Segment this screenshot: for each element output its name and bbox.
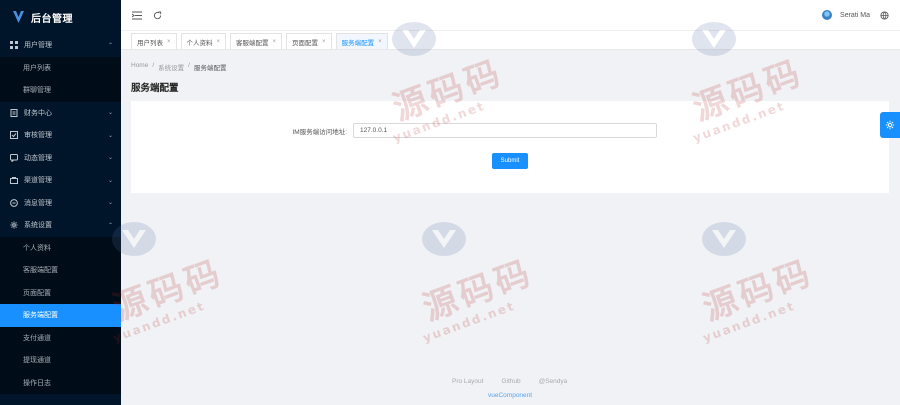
tab-4[interactable]: 服务端配置 × — [335, 33, 388, 49]
bag-icon — [10, 176, 18, 185]
close-icon[interactable]: × — [322, 39, 326, 45]
watermark-text: 源码码 — [697, 252, 819, 330]
chevron-icon: ⌄ — [107, 200, 113, 207]
server-address-input[interactable]: 127.0.0.1 — [353, 123, 657, 138]
close-icon[interactable]: × — [378, 39, 382, 45]
user-name[interactable]: Serati Ma — [840, 12, 870, 19]
watermark-logo-icon — [702, 222, 746, 256]
breadcrumb-sep: / — [188, 62, 190, 69]
chevron-icon: ⌃ — [107, 42, 113, 49]
sidebar-subitem-6-0[interactable]: 个人资料 — [0, 236, 121, 259]
breadcrumb-home[interactable]: Home — [131, 62, 148, 72]
menu-fold-icon[interactable] — [131, 9, 143, 21]
settings-icon — [885, 120, 895, 130]
tab-label: 页面配置 — [292, 39, 319, 47]
watermark: 源码码yuandd.net — [698, 220, 819, 345]
sidebar-subitem-6-3[interactable]: 服务端配置 — [0, 304, 121, 327]
sidebar-group-label: 用户管理 — [24, 42, 52, 50]
logo[interactable]: 后台管理 — [0, 0, 121, 34]
watermark: 源码码yuandd.net — [418, 220, 539, 345]
tab-label: 用户列表 — [137, 39, 163, 47]
message-circle-icon — [10, 198, 18, 207]
footer-link-sendya[interactable]: @Sendya — [539, 378, 568, 385]
sidebar-group-label: 审核管理 — [24, 132, 52, 140]
breadcrumb: Home / 系统设置 / 服务端配置 — [131, 62, 226, 72]
close-icon[interactable]: × — [167, 39, 171, 45]
grid-icon — [10, 41, 18, 50]
document-icon — [10, 108, 18, 117]
breadcrumb-sep: / — [152, 62, 155, 69]
breadcrumb-current: 服务端配置 — [193, 65, 227, 72]
sidebar-subitem-6-6[interactable]: 操作日志 — [0, 371, 121, 394]
close-icon[interactable]: × — [273, 39, 277, 45]
config-card: IM服务端访问地址: 127.0.0.1 Submit — [131, 101, 889, 193]
gear-icon — [10, 221, 18, 229]
tab-2[interactable]: 客服端配置 × — [230, 33, 283, 49]
tab-bar: 用户列表 × 个人资料 × 客服端配置 × 页面配置 × 服务端配置 × — [121, 30, 900, 50]
tab-label: 个人资料 — [186, 39, 213, 47]
server-address-label: IM服务端访问地址: — [292, 128, 347, 136]
sidebar-group-3[interactable]: 动态管理 ⌄ — [0, 147, 121, 170]
tab-label: 服务端配置 — [341, 39, 375, 47]
close-icon[interactable]: × — [217, 39, 221, 45]
app-title: 后台管理 — [31, 13, 73, 25]
avatar[interactable] — [822, 10, 833, 20]
sidebar-subitem-6-5[interactable]: 提现通道 — [0, 349, 121, 372]
watermark-url: yuandd.net — [421, 298, 518, 346]
sidebar-group-1[interactable]: 财务中心 ⌄ — [0, 102, 121, 125]
tab-3[interactable]: 页面配置 × — [286, 33, 332, 49]
form-row: IM服务端访问地址: 127.0.0.1 — [131, 123, 889, 138]
logo-icon — [13, 10, 24, 23]
tab-1[interactable]: 个人资料 × — [180, 33, 227, 49]
sidebar-group-label: 系统设置 — [24, 222, 52, 230]
check-square-icon — [10, 131, 18, 140]
refresh-icon[interactable] — [151, 9, 163, 21]
sidebar-subitem-6-4[interactable]: 支付通道 — [0, 326, 121, 349]
watermark-url: yuandd.net — [701, 298, 798, 346]
sidebar-group-4[interactable]: 渠道管理 ⌄ — [0, 169, 121, 192]
watermark-text: 源码码 — [107, 252, 229, 330]
chevron-icon: ⌄ — [107, 132, 113, 139]
chat-icon — [10, 153, 18, 162]
tab-0[interactable]: 用户列表 × — [131, 33, 177, 49]
chevron-icon: ⌃ — [107, 222, 113, 229]
footer-links: Pro Layout Github @Sendya — [452, 378, 567, 385]
footer-copyright[interactable]: vueComponent — [488, 392, 532, 399]
submit-button[interactable]: Submit — [492, 153, 528, 169]
sidebar-group-label: 动态管理 — [24, 154, 52, 162]
breadcrumb-system[interactable]: 系统设置 — [158, 62, 184, 72]
watermark: 源码码yuandd.net — [108, 220, 229, 345]
chevron-icon: ⌄ — [107, 155, 113, 162]
footer-link-prolayout[interactable]: Pro Layout — [452, 378, 483, 385]
sidebar-group-label: 消息管理 — [24, 199, 52, 207]
sidebar-subitem-6-1[interactable]: 客服端配置 — [0, 259, 121, 282]
sidebar-subitem-6-2[interactable]: 页面配置 — [0, 281, 121, 304]
tab-label: 客服端配置 — [236, 39, 269, 47]
sidebar-subitem-0-1[interactable]: 群聊管理 — [0, 79, 121, 102]
sidebar-group-2[interactable]: 审核管理 ⌄ — [0, 124, 121, 147]
watermark-url: yuandd.net — [111, 298, 208, 346]
globe-icon[interactable] — [878, 9, 890, 21]
sidebar-group-5[interactable]: 消息管理 ⌄ — [0, 192, 121, 215]
chevron-icon: ⌄ — [107, 110, 113, 117]
sidebar-group-label: 财务中心 — [24, 109, 52, 117]
sidebar-menu: 用户管理 ⌃ 用户列表 群聊管理财务中心 ⌄ 审核管理 ⌄ 动态管理 ⌄ 渠道管理 ⌄ 消息管理 ⌄ 系统… — [0, 34, 121, 394]
settings-drawer-button[interactable] — [880, 112, 900, 138]
watermark-logo-icon — [422, 222, 466, 256]
sidebar: 后台管理 用户管理 ⌃ 用户列表 群聊管理 财务中心 ⌄ 审核管理 ⌄ 动态管理 ⌄ 渠道管理 ⌄ 消息… — [0, 0, 121, 405]
footer-link-github[interactable]: Github — [501, 378, 520, 385]
sidebar-group-6[interactable]: 系统设置 ⌃ — [0, 214, 121, 237]
chevron-icon: ⌄ — [107, 177, 113, 184]
watermark-text: 源码码 — [417, 252, 539, 330]
top-header: Serati Ma — [121, 0, 900, 30]
sidebar-group-0[interactable]: 用户管理 ⌃ — [0, 34, 121, 57]
page-title: 服务端配置 — [131, 83, 179, 94]
sidebar-group-label: 渠道管理 — [24, 177, 52, 185]
sidebar-subitem-0-0[interactable]: 用户列表 — [0, 56, 121, 79]
